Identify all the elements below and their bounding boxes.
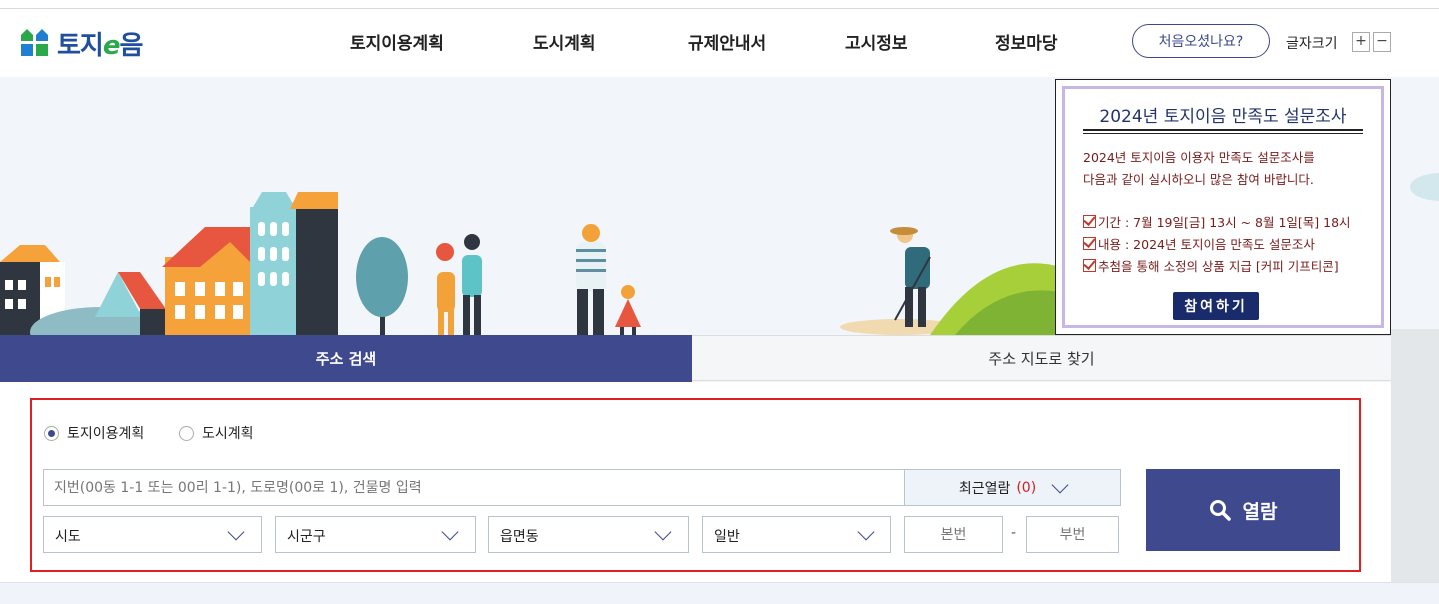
logo-houses-icon	[21, 29, 49, 57]
nav-item-notice-info[interactable]: 고시정보	[845, 29, 908, 54]
chevron-down-icon	[857, 523, 875, 541]
nav-item-info-square[interactable]: 정보마당	[995, 29, 1058, 54]
radio-land-use-plan[interactable]: 토지이용계획	[44, 423, 144, 443]
radio-selected-icon	[44, 425, 59, 441]
nav-item-regulation-guide[interactable]: 규제안내서	[688, 29, 766, 54]
radio-empty-icon	[179, 425, 194, 441]
survey-popup-title: 2024년 토지이음 만족도 설문조사	[1099, 107, 1347, 127]
eupmyeondong-select[interactable]: 읍면동	[488, 516, 689, 553]
tab-map-search[interactable]: 주소 지도로 찾기	[692, 335, 1391, 381]
address-search-input[interactable]	[43, 469, 905, 506]
chevron-down-icon	[441, 523, 459, 541]
recent-views-count: (0)	[1016, 479, 1037, 496]
site-logo[interactable]: 토지e음	[21, 27, 143, 61]
search-tabs: 주소 검색 주소 지도로 찾기	[0, 335, 1391, 391]
recent-views-dropdown[interactable]: 최근열람 (0)	[904, 469, 1121, 506]
footer-band	[0, 582, 1439, 604]
recent-views-label: 최근열람	[958, 480, 1011, 497]
first-visit-button[interactable]: 처음오셨나요?	[1132, 24, 1270, 58]
checkbox-icon	[1083, 215, 1096, 228]
chevron-down-icon	[227, 523, 245, 541]
logo-text: 토지e음	[57, 30, 143, 61]
chevron-down-icon	[1051, 476, 1069, 495]
chevron-down-icon	[654, 523, 672, 541]
survey-intro-line-2: 다음과 같이 실시하오니 많은 참여 바랍니다.	[1083, 172, 1314, 187]
right-background	[1391, 329, 1439, 582]
tab-address-search[interactable]: 주소 검색	[0, 335, 692, 382]
font-size-label: 글자크기	[1286, 36, 1338, 52]
survey-item-period: 기간 : 7월 19일[금] 13시 ~ 8월 1일[목] 18시	[1083, 212, 1351, 231]
survey-item-prize: 추첨을 통해 소정의 상품 지급 [커피 기프티콘]	[1083, 256, 1339, 275]
survey-intro-line-1: 2024년 토지이음 이용자 만족도 설문조사를	[1083, 150, 1315, 165]
title-underline-thin	[1083, 133, 1363, 134]
survey-popup: 2024년 토지이음 만족도 설문조사 2024년 토지이음 이용자 만족도 설…	[1055, 79, 1391, 335]
top-bar	[0, 0, 1439, 9]
nav-item-city-plan[interactable]: 도시계획	[533, 29, 596, 54]
nav-item-land-use[interactable]: 토지이용계획	[350, 29, 444, 54]
join-survey-button[interactable]: 참여하기	[1173, 292, 1259, 320]
land-type-select[interactable]: 일반	[702, 516, 891, 553]
search-icon	[1209, 500, 1231, 521]
site-header: 토지e음 토지이용계획 도시계획 규제안내서 고시정보 정보마당 처음오셨나요?…	[0, 9, 1439, 77]
sido-select[interactable]: 시도	[43, 516, 262, 553]
title-underline	[1083, 129, 1363, 131]
main-lot-number-input[interactable]	[904, 516, 1003, 553]
sub-lot-number-input[interactable]	[1026, 516, 1119, 553]
checkbox-icon	[1083, 259, 1096, 272]
survey-popup-frame: 2024년 토지이음 만족도 설문조사 2024년 토지이음 이용자 만족도 설…	[1062, 86, 1384, 328]
font-decrease-button[interactable]: −	[1373, 32, 1391, 52]
survey-item-content: 내용 : 2024년 토지이음 만족도 설문조사	[1083, 234, 1315, 253]
lot-number-separator: -	[1011, 525, 1017, 541]
font-increase-button[interactable]: +	[1352, 32, 1370, 52]
sigungu-select[interactable]: 시군구	[275, 516, 476, 553]
checkbox-icon	[1083, 237, 1096, 250]
radio-city-plan[interactable]: 도시계획	[179, 423, 254, 443]
view-button[interactable]: 열람	[1146, 469, 1340, 551]
view-button-label: 열람	[1242, 500, 1278, 523]
